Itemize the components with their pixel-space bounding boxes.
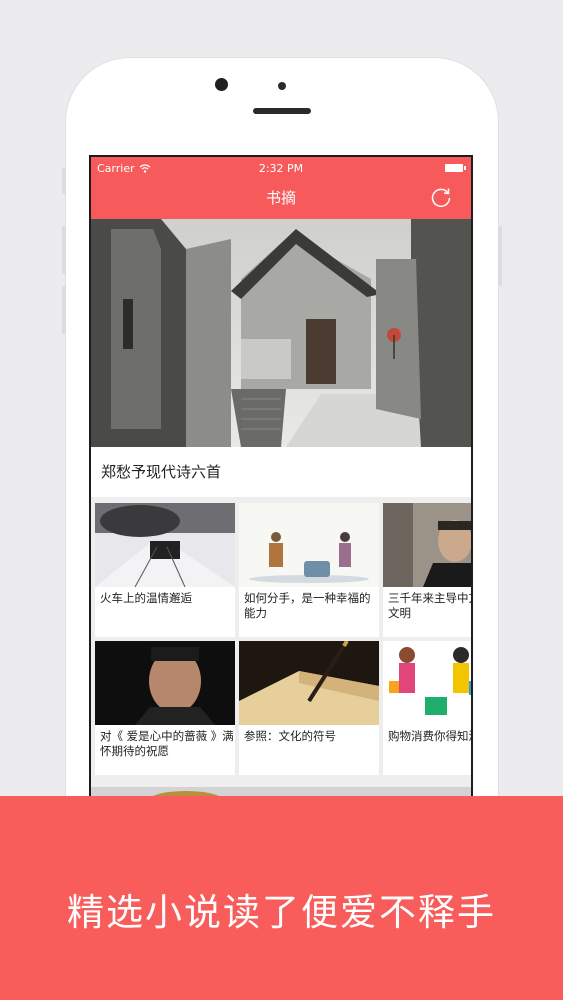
status-time: 2:32 PM	[258, 162, 304, 175]
promo-banner: 精选小说读了便爱不释手	[0, 796, 563, 1000]
featured-image[interactable]	[91, 219, 471, 447]
phone-volume-down	[62, 286, 66, 334]
article-title: 如何分手，是一种幸福的能力	[244, 591, 371, 620]
ink-painting-street-image	[91, 219, 471, 447]
earpiece-speaker	[253, 108, 311, 114]
article-thumbnail	[239, 641, 379, 725]
front-camera	[215, 78, 228, 91]
article-card[interactable]: 参照：文化的符号	[239, 641, 379, 775]
article-card[interactable]: 对《 爱是心中的蔷薇 》满怀期待的祝愿	[95, 641, 235, 775]
promo-text: 精选小说读了便爱不释手	[67, 891, 496, 934]
page-title: 书摘	[265, 189, 296, 207]
article-card[interactable]: 如何分手，是一种幸福的能力	[239, 503, 379, 637]
phone-side-button	[62, 168, 66, 194]
article-thumbnail	[383, 641, 471, 725]
refresh-icon[interactable]	[429, 185, 453, 209]
proximity-sensor	[278, 82, 286, 90]
article-title: 火车上的温情邂逅	[100, 591, 192, 605]
phone-volume-up	[62, 226, 66, 274]
article-title: 购物消费你得知济学常识	[388, 729, 471, 743]
article-title: 参照：文化的符号	[244, 729, 336, 743]
article-card[interactable]: 购物消费你得知济学常识	[383, 641, 471, 775]
battery-icon	[445, 164, 466, 172]
article-thumbnail	[95, 503, 235, 587]
featured-title-bar[interactable]: 郑愁予现代诗六首	[91, 447, 471, 497]
article-thumbnail	[95, 641, 235, 725]
article-title: 对《 爱是心中的蔷薇 》满怀期待的祝愿	[100, 729, 234, 758]
featured-title: 郑愁予现代诗六首	[101, 463, 222, 481]
article-card[interactable]: 火车上的温情邂逅	[95, 503, 235, 637]
article-card[interactable]: 三千年来主导中方法论的文明	[383, 503, 471, 637]
article-thumbnail	[383, 503, 471, 587]
article-title: 三千年来主导中方法论的文明	[388, 591, 471, 620]
app-screen: Carrier 2:32 PM 书摘 郑愁予现代诗六首 火车上的温情邂逅 如何分…	[89, 155, 473, 805]
phone-power-button	[498, 226, 502, 286]
article-thumbnail	[239, 503, 379, 587]
nav-header: Carrier 2:32 PM 书摘	[91, 157, 471, 219]
